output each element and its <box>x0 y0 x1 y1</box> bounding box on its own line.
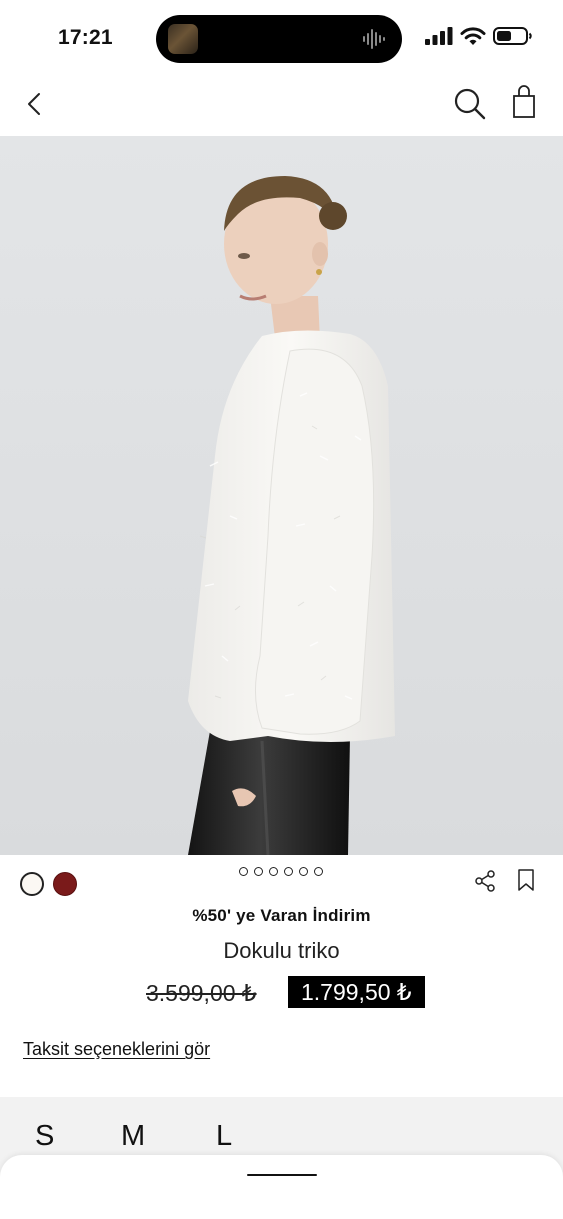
image-pager <box>239 867 323 876</box>
status-time: 17:21 <box>58 26 113 49</box>
product-photo-illustration <box>0 136 563 855</box>
status-icons <box>425 26 533 46</box>
size-option-m[interactable]: M <box>121 1120 145 1153</box>
product-title: Dokulu triko <box>223 938 340 963</box>
pager-dot[interactable] <box>284 867 293 876</box>
wifi-icon <box>460 26 486 45</box>
battery-icon <box>493 27 532 45</box>
size-option-l[interactable]: L <box>216 1120 232 1153</box>
dynamic-island[interactable] <box>156 15 402 63</box>
search-icon[interactable] <box>452 86 488 122</box>
pager-dot[interactable] <box>254 867 263 876</box>
sheet-grabber[interactable] <box>247 1174 317 1176</box>
status-bar: 17:21 <box>0 0 563 72</box>
size-option-s[interactable]: S <box>35 1120 54 1153</box>
now-playing-artwork <box>168 24 198 54</box>
color-swatch-white[interactable] <box>20 872 44 896</box>
chevron-left-icon[interactable] <box>22 88 50 120</box>
old-price: 3.599,00 ₺ <box>146 980 257 1006</box>
pager-dot[interactable] <box>239 867 248 876</box>
color-swatch-burgundy[interactable] <box>53 872 77 896</box>
installment-options-link[interactable]: Taksit seçeneklerini gör <box>23 1039 210 1060</box>
audio-wave-icon <box>363 29 385 49</box>
product-image[interactable] <box>0 136 563 855</box>
pager-dot[interactable] <box>314 867 323 876</box>
bookmark-icon[interactable] <box>516 868 536 892</box>
sale-price: 1.799,50 ₺ <box>288 976 425 1008</box>
signal-icon <box>425 27 453 45</box>
bottom-sheet[interactable] <box>0 1155 563 1219</box>
share-icon[interactable] <box>473 869 497 893</box>
shopping-bag-icon[interactable] <box>509 84 539 120</box>
top-nav <box>0 72 563 136</box>
pager-dot[interactable] <box>269 867 278 876</box>
promo-label: %50' ye Varan İndirim <box>192 906 371 925</box>
pager-dot[interactable] <box>299 867 308 876</box>
price-row: 3.599,00 ₺ 1.799,50 ₺ <box>0 976 563 1010</box>
